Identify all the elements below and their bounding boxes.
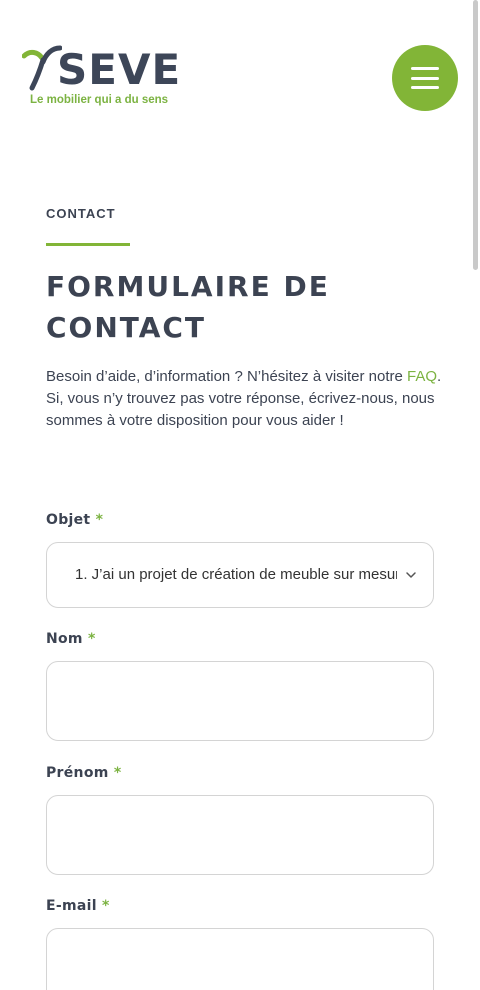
- site-header: SEVE Le mobilier qui a du sens: [0, 0, 480, 150]
- hamburger-icon: [411, 67, 439, 70]
- email-label: E-mail *: [46, 898, 110, 914]
- seve-logo[interactable]: SEVE Le mobilier qui a du sens: [22, 44, 192, 114]
- prenom-label-text: Prénom: [46, 765, 109, 781]
- eyebrow-divider: [46, 243, 130, 246]
- required-marker: *: [113, 765, 122, 781]
- required-marker: *: [95, 512, 104, 528]
- objet-selected-value: 1. J’ai un projet de création de meuble …: [75, 566, 397, 583]
- faq-link[interactable]: FAQ: [407, 368, 437, 385]
- logo-tagline: Le mobilier qui a du sens: [30, 94, 169, 106]
- chevron-down-icon: [406, 572, 416, 578]
- prenom-label: Prénom *: [46, 765, 121, 781]
- intro-text-part: Besoin d’aide, d’information ? N’hésitez…: [46, 368, 408, 385]
- objet-label-text: Objet: [46, 512, 91, 528]
- hamburger-icon: [411, 76, 439, 80]
- intro-text: Besoin d’aide, d’information ? N’hésitez…: [46, 366, 446, 432]
- section-eyebrow: CONTACT: [46, 206, 116, 221]
- required-marker: *: [102, 898, 110, 914]
- logo-wordmark: SEVE: [57, 45, 182, 94]
- seve-leaf-logo-icon: [22, 45, 62, 91]
- nom-input[interactable]: [46, 661, 434, 741]
- page-title: FORMULAIRE DE CONTACT: [46, 270, 330, 344]
- prenom-input[interactable]: [46, 795, 434, 875]
- nom-label: Nom *: [46, 631, 96, 647]
- email-input[interactable]: [46, 928, 434, 990]
- objet-select[interactable]: 1. J’ai un projet de création de meuble …: [46, 542, 434, 608]
- nom-label-text: Nom: [46, 631, 83, 647]
- email-label-text: E-mail: [46, 898, 97, 914]
- hamburger-icon: [411, 86, 439, 89]
- objet-label: Objet *: [46, 512, 103, 528]
- required-marker: *: [88, 631, 96, 647]
- menu-button[interactable]: [392, 45, 458, 111]
